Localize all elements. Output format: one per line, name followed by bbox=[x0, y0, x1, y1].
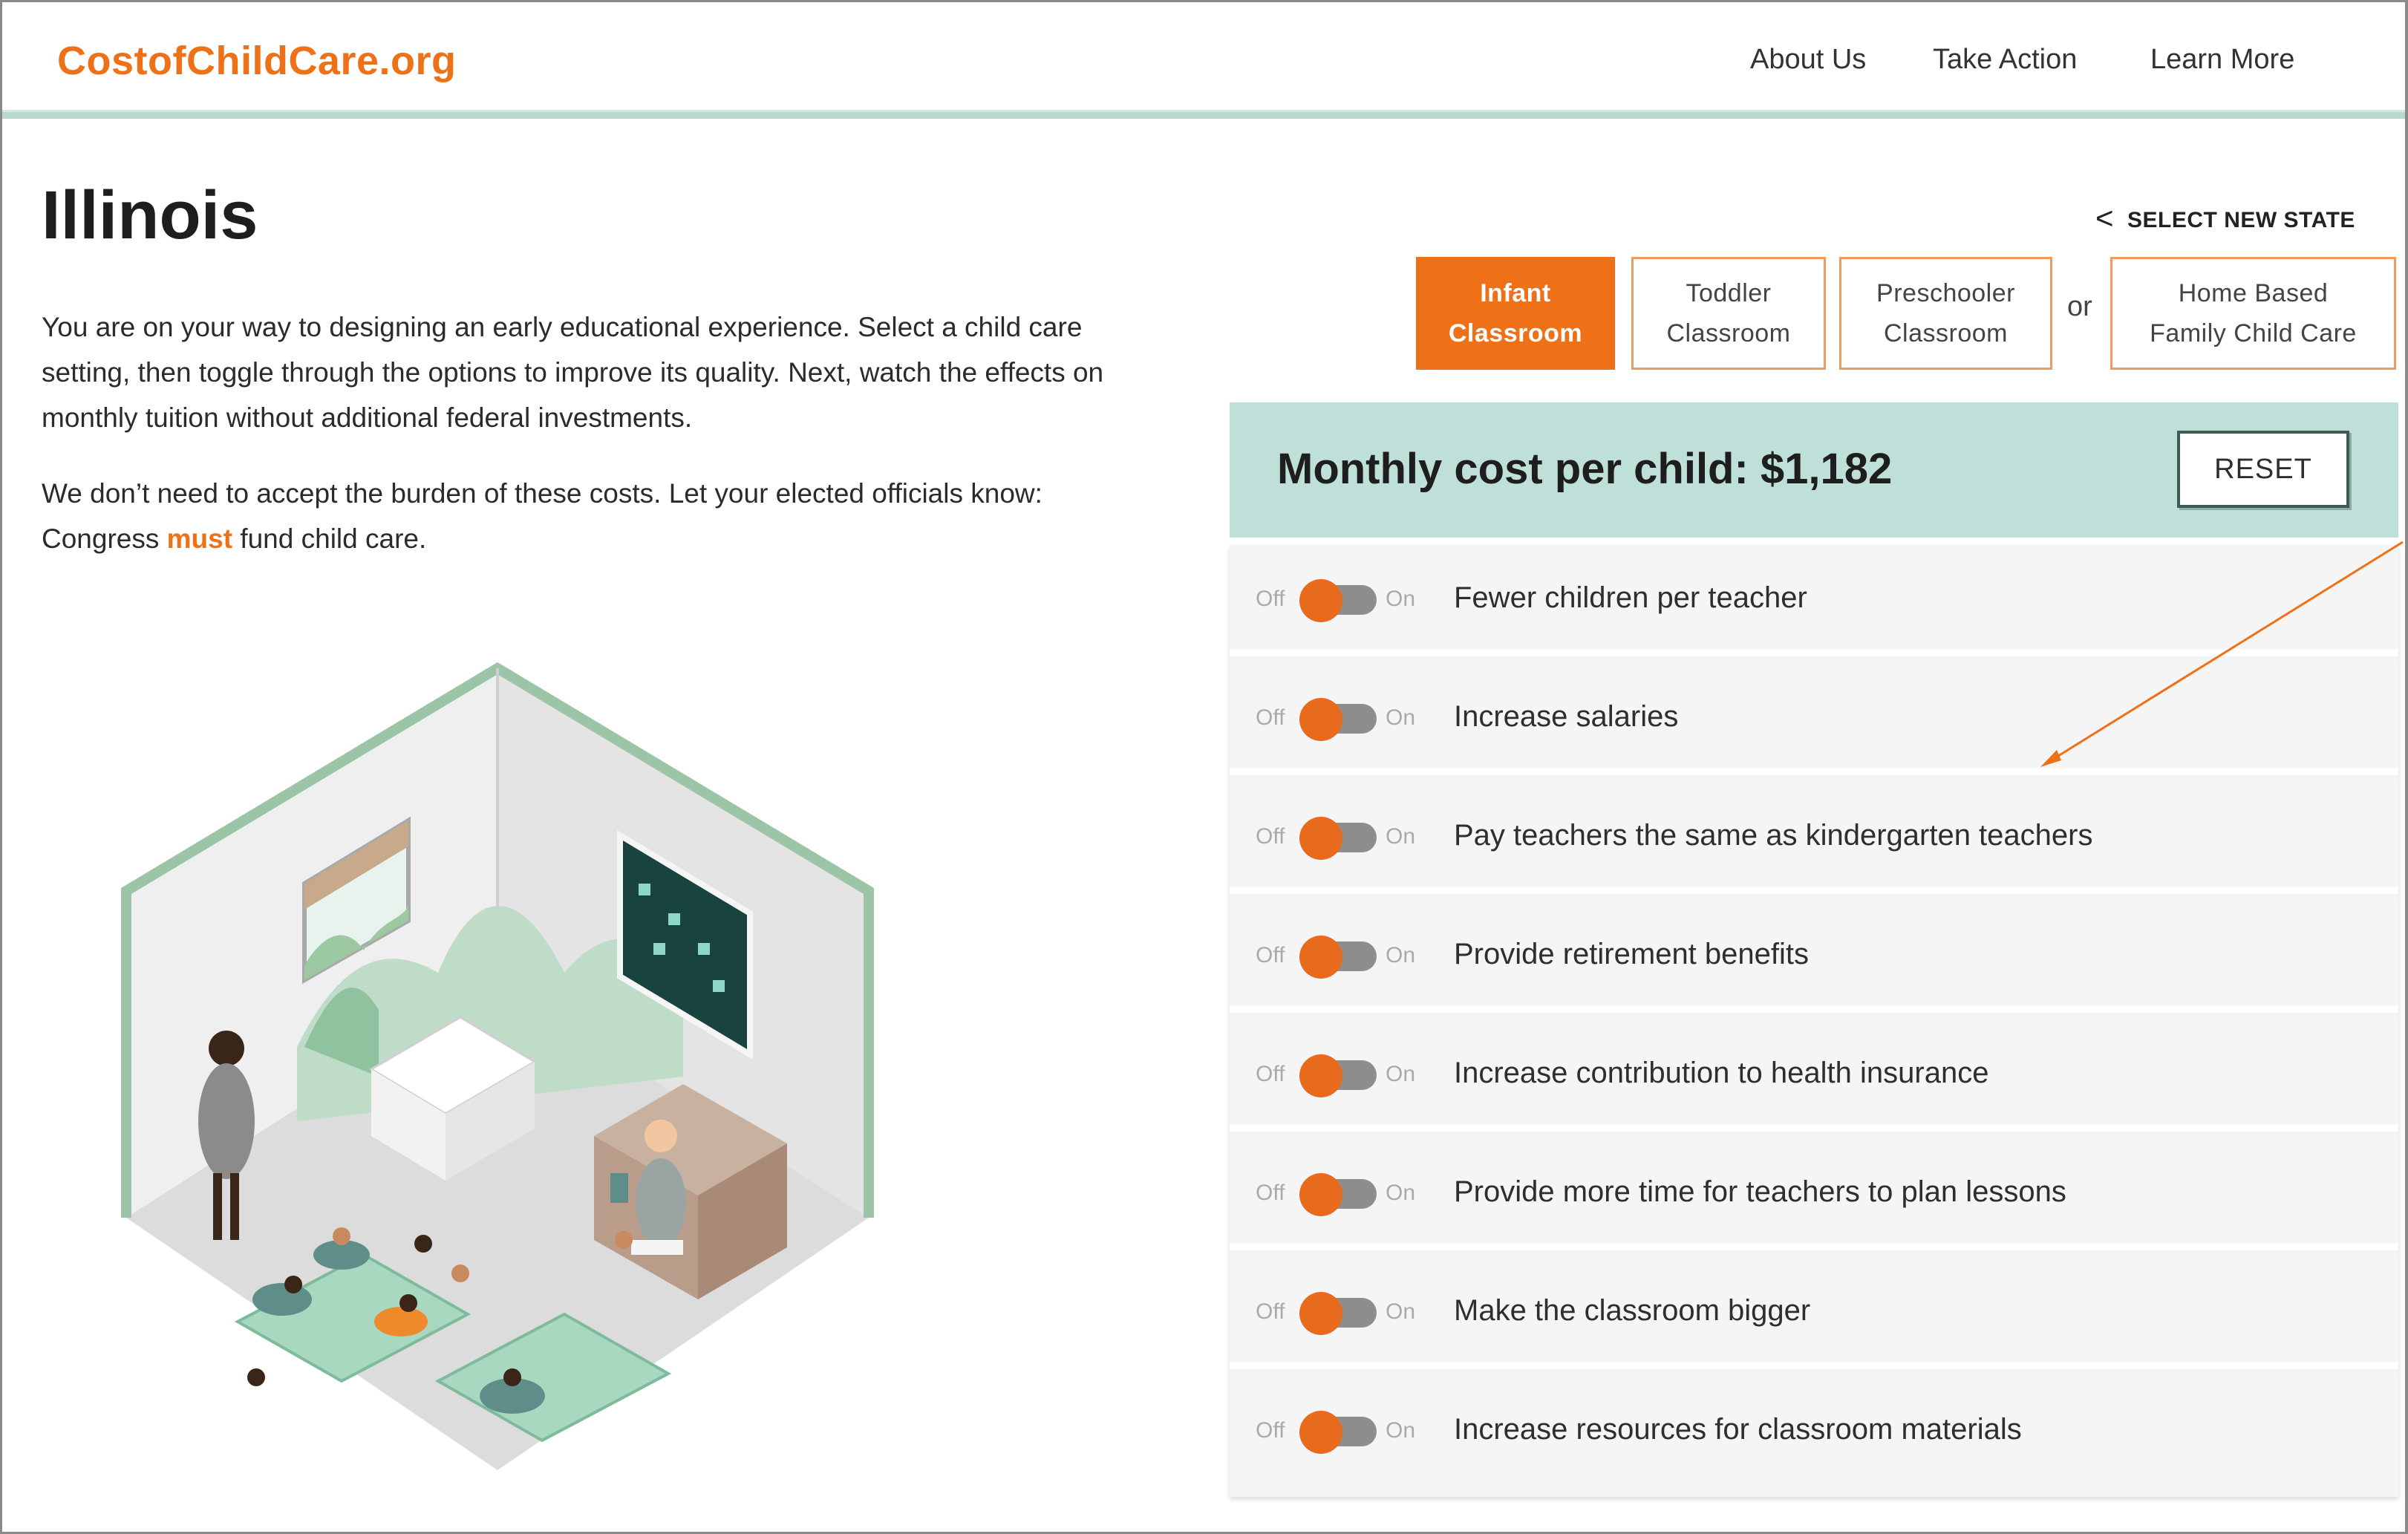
tab-infant-classroom[interactable]: Infant Classroom bbox=[1416, 257, 1615, 370]
toggle-off-label: Off bbox=[1256, 1299, 1285, 1324]
toggle-on-label: On bbox=[1386, 943, 1416, 967]
toggle-off-label: Off bbox=[1256, 1181, 1285, 1205]
option-row: Off On Provide more time for teachers to… bbox=[1230, 1139, 2398, 1250]
site-header: CostofChildCare.org About Us Take Action… bbox=[2, 2, 2405, 112]
toggle-knob[interactable] bbox=[1299, 817, 1342, 860]
option-row: Off On Increase resources for classroom … bbox=[1230, 1377, 2398, 1497]
annotation-arrow-icon bbox=[2040, 541, 2404, 767]
page-title: Illinois bbox=[42, 177, 258, 253]
nav-take-action[interactable]: Take Action bbox=[1933, 44, 2077, 76]
cta-text-end: fund child care. bbox=[232, 523, 427, 554]
tab-label-line2: Classroom bbox=[1448, 319, 1583, 347]
toggle-knob[interactable] bbox=[1299, 1054, 1342, 1097]
tab-label-line1: Toddler bbox=[1686, 279, 1772, 307]
option-label: Increase contribution to health insuranc… bbox=[1454, 1057, 1989, 1089]
toggle-knob[interactable] bbox=[1299, 698, 1342, 741]
toggle-on-label: On bbox=[1386, 587, 1416, 611]
tab-label-line2: Family Child Care bbox=[2150, 319, 2357, 347]
option-label: Increase salaries bbox=[1454, 700, 1679, 733]
toggle-knob[interactable] bbox=[1299, 1292, 1342, 1335]
toggle-knob[interactable] bbox=[1299, 579, 1342, 622]
option-row: Off On Increase contribution to health i… bbox=[1230, 1020, 2398, 1132]
option-label: Fewer children per teacher bbox=[1454, 581, 1807, 614]
toggle-knob[interactable] bbox=[1299, 1173, 1342, 1216]
toggle-knob[interactable] bbox=[1299, 936, 1342, 979]
option-row: Off On Pay teachers the same as kinderga… bbox=[1230, 783, 2398, 894]
toggle-on-label: On bbox=[1386, 824, 1416, 849]
or-separator: or bbox=[2067, 291, 2092, 322]
tab-home-based-family-child-care[interactable]: Home Based Family Child Care bbox=[2110, 257, 2396, 370]
nav-about-us[interactable]: About Us bbox=[1750, 44, 1866, 76]
tab-preschooler-classroom[interactable]: Preschooler Classroom bbox=[1839, 257, 2052, 370]
tab-label-line2: Classroom bbox=[1666, 319, 1791, 347]
nav-learn-more[interactable]: Learn More bbox=[2150, 44, 2294, 76]
site-logo[interactable]: CostofChildCare.org bbox=[57, 38, 457, 84]
select-new-state-label: SELECT NEW STATE bbox=[2127, 208, 2355, 232]
toggle-on-label: On bbox=[1386, 705, 1416, 730]
toggle-on-label: On bbox=[1386, 1062, 1416, 1086]
option-label: Provide more time for teachers to plan l… bbox=[1454, 1175, 2066, 1208]
toggle-off-label: Off bbox=[1256, 705, 1285, 730]
toggle-off-label: Off bbox=[1256, 1418, 1285, 1443]
option-label: Provide retirement benefits bbox=[1454, 938, 1810, 970]
tab-toddler-classroom[interactable]: Toddler Classroom bbox=[1631, 257, 1826, 370]
toggle-on-label: On bbox=[1386, 1181, 1416, 1205]
toggle-on-label: On bbox=[1386, 1299, 1416, 1324]
classroom-illustration bbox=[121, 662, 874, 1470]
toggle-off-label: Off bbox=[1256, 943, 1285, 967]
intro-paragraph: You are on your way to designing an earl… bbox=[42, 312, 1104, 433]
toggle-off-label: Off bbox=[1256, 587, 1285, 611]
toggle-knob[interactable] bbox=[1299, 1411, 1342, 1454]
tab-label-line2: Classroom bbox=[1884, 319, 2008, 347]
option-label: Pay teachers the same as kindergarten te… bbox=[1454, 819, 2093, 852]
tab-label-line1: Home Based bbox=[2178, 279, 2329, 307]
toggle-off-label: Off bbox=[1256, 1062, 1285, 1086]
select-new-state-link[interactable]: < SELECT NEW STATE bbox=[2095, 199, 2355, 235]
cost-summary-bar: Monthly cost per child: $1,182 RESET bbox=[1230, 402, 2398, 538]
toggle-off-label: Off bbox=[1256, 824, 1285, 849]
cta-emphasis: must bbox=[166, 523, 233, 554]
option-label: Make the classroom bigger bbox=[1454, 1294, 1811, 1327]
chevron-left-icon: < bbox=[2095, 200, 2115, 235]
option-row: Off On Provide retirement benefits bbox=[1230, 901, 2398, 1013]
call-to-action-paragraph: We don’t need to accept the burden of th… bbox=[42, 471, 1155, 561]
header-divider bbox=[2, 110, 2405, 119]
reset-button[interactable]: RESET bbox=[2177, 431, 2349, 508]
tab-label-line1: Preschooler bbox=[1876, 279, 2015, 307]
option-row: Off On Make the classroom bigger bbox=[1230, 1258, 2398, 1369]
option-label: Increase resources for classroom materia… bbox=[1454, 1413, 2022, 1446]
toggle-on-label: On bbox=[1386, 1418, 1416, 1443]
tab-label-line1: Infant bbox=[1480, 279, 1551, 307]
monthly-cost-label: Monthly cost per child: $1,182 bbox=[1277, 445, 1893, 493]
